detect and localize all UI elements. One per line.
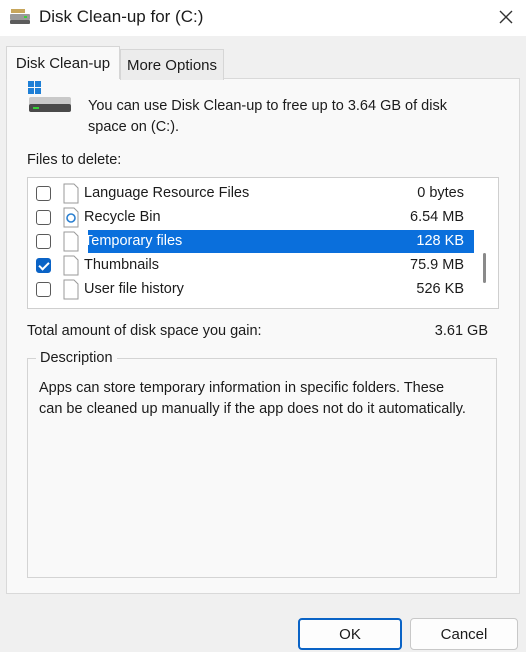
scrollbar[interactable] [476, 180, 494, 304]
description-text: Apps can store temporary information in … [39, 380, 466, 417]
file-list[interactable]: Language Resource Files 0 bytes Recycle … [27, 177, 499, 309]
file-name: Recycle Bin [84, 209, 161, 225]
close-icon [499, 10, 513, 24]
cancel-button[interactable]: Cancel [410, 618, 518, 650]
file-icon [63, 231, 79, 252]
list-item[interactable]: User file history 526 KB [28, 278, 474, 302]
file-name: Language Resource Files [84, 185, 250, 201]
file-size: 526 KB [416, 281, 464, 297]
list-item[interactable]: Thumbnails 75.9 MB [28, 254, 474, 278]
total-label: Total amount of disk space you gain: [27, 323, 262, 339]
checkbox[interactable] [36, 186, 51, 201]
list-item[interactable]: Language Resource Files 0 bytes [28, 182, 474, 206]
file-icon [63, 279, 79, 300]
scroll-thumb[interactable] [483, 253, 486, 283]
file-size: 6.54 MB [410, 209, 464, 225]
file-size: 75.9 MB [410, 257, 464, 273]
list-item[interactable]: Recycle Bin 6.54 MB [28, 206, 474, 230]
description-title: Description [36, 350, 117, 366]
file-size: 0 bytes [417, 185, 464, 201]
close-button[interactable] [488, 2, 524, 32]
window-title: Disk Clean-up for (C:) [39, 7, 204, 26]
intro-text: You can use Disk Clean-up to free up to … [88, 98, 447, 135]
file-icon [63, 183, 79, 204]
recycle-bin-icon [63, 207, 79, 228]
file-name: Thumbnails [84, 257, 159, 273]
file-name: User file history [84, 281, 184, 297]
checkbox[interactable] [36, 210, 51, 225]
checkbox[interactable] [36, 282, 51, 297]
list-item[interactable]: Temporary files 128 KB [28, 230, 474, 254]
disk-cleanup-icon [10, 9, 30, 24]
checkbox[interactable] [36, 234, 51, 249]
tab-disk-cleanup[interactable]: Disk Clean-up [6, 46, 120, 79]
file-size: 128 KB [416, 233, 464, 249]
checkbox[interactable] [36, 258, 51, 273]
files-to-delete-label: Files to delete: [27, 152, 122, 168]
file-icon [63, 255, 79, 276]
file-name: Temporary files [84, 233, 183, 249]
tab-more-options[interactable]: More Options [120, 49, 224, 80]
total-value: 3.61 GB [434, 323, 488, 339]
drive-icon [28, 81, 71, 112]
ok-button[interactable]: OK [298, 618, 402, 650]
